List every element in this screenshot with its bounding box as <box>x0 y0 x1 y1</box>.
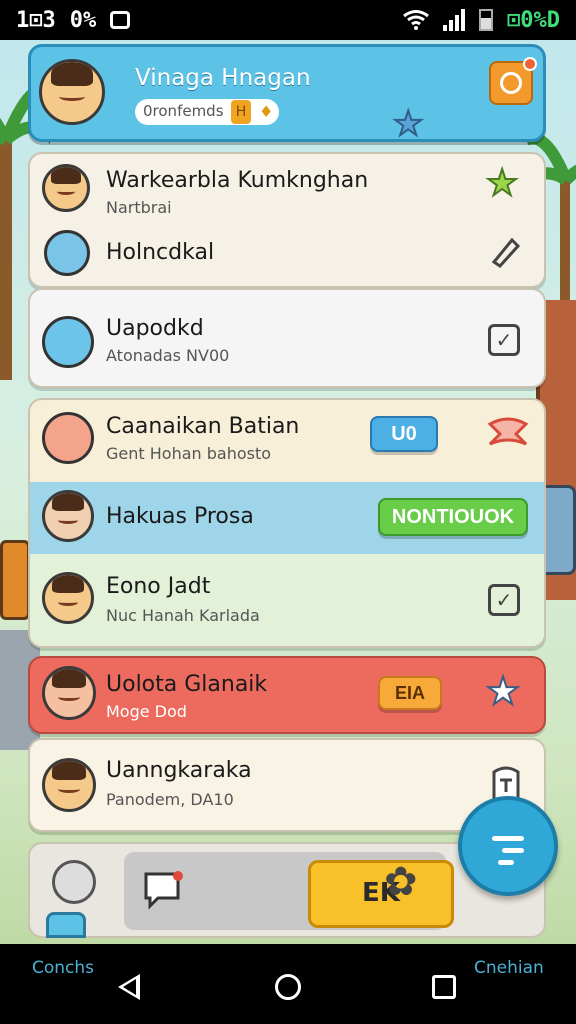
settings-icon[interactable]: ✿ <box>384 862 418 902</box>
list-item-subtitle: Nartbrai <box>106 198 172 217</box>
tag-button[interactable]: EIA <box>378 676 442 710</box>
profile-header[interactable]: Vinaga Hnagan 0ronfemds H ♦ ★ <box>28 44 546 142</box>
list-item-title: Warkearbla Kumkn‍ghan <box>106 168 369 193</box>
chat-icon[interactable] <box>142 870 186 910</box>
status-bar: 1⊡3 0% ⊡0%D <box>0 0 576 40</box>
list-item[interactable]: Hakuas Prosa NONTIOUOK <box>30 482 544 554</box>
list-item[interactable]: Holncdkal <box>30 222 544 286</box>
list-item-title: Hakuas Prosa <box>106 504 254 529</box>
list-card[interactable]: Uolota Glanaik Moge Dod EIA ★ <box>28 656 546 734</box>
list-item-subtitle: Moge Dod <box>106 702 187 721</box>
primary-button[interactable]: EK <box>308 860 454 928</box>
list-item-title: Eono Jadt <box>106 574 211 599</box>
ribbon-icon[interactable] <box>486 416 530 450</box>
car-decoration <box>0 540 30 620</box>
battery-icon <box>479 9 494 31</box>
status-button[interactable]: U0 <box>370 416 438 452</box>
recent-apps-icon[interactable] <box>432 975 456 999</box>
list-item-title: Uanngkaraka <box>106 758 252 783</box>
list-card[interactable]: Uapodkd Atonadas NV00 ✓ <box>28 288 546 388</box>
home-icon[interactable] <box>275 974 301 1000</box>
status-pill[interactable]: 0ronfemds <box>135 99 279 125</box>
avatar <box>42 490 94 542</box>
avatar <box>44 230 90 276</box>
nav-right-label[interactable]: Cnehian <box>474 958 544 978</box>
star-icon[interactable]: ★ <box>485 671 521 711</box>
filter-fab-button[interactable] <box>458 796 558 896</box>
list-item-title: Uapodkd <box>106 316 204 341</box>
avatar <box>42 164 90 212</box>
list-item-subtitle: Gent Hohan bahosto <box>106 444 272 463</box>
list-item-subtitle: Nuc Hanah Karlada <box>106 606 260 625</box>
drop-icon: ♦ <box>259 102 274 121</box>
list-item[interactable]: Eono Jadt Nuc Hanah Karlada ✓ <box>30 554 544 646</box>
list-card: Warkearbla Kumkn‍ghan Nartbrai ★ Holncdk… <box>28 152 546 288</box>
status-indicator: 0% <box>69 7 97 33</box>
notification-icon <box>110 11 131 29</box>
avatar <box>42 316 94 368</box>
avatar <box>42 666 96 720</box>
nav-left-label[interactable]: Conchs <box>32 958 94 978</box>
avatar <box>42 572 94 624</box>
ring-icon <box>500 72 522 94</box>
notification-dot <box>523 57 537 71</box>
battery-percent: ⊡0%D <box>507 7 560 33</box>
avatar <box>42 758 96 812</box>
list-item-title: Holncdkal <box>106 240 215 265</box>
check-box-icon[interactable]: ✓ <box>488 584 520 616</box>
list-item-title: Uolota Glanaik <box>106 672 268 697</box>
avatar <box>42 412 94 464</box>
signal-icon <box>443 9 466 31</box>
navigation-bar: Conchs Cnehian <box>0 944 576 1024</box>
page-title: Vinaga Hnagan <box>135 65 311 91</box>
star-icon[interactable]: ★ <box>485 165 519 203</box>
list-item-subtitle: Atonadas NV00 <box>106 346 230 365</box>
star-icon[interactable]: ★ <box>392 106 425 142</box>
back-icon[interactable] <box>118 974 140 1000</box>
avatar[interactable] <box>39 59 105 125</box>
pencil-icon[interactable] <box>488 234 522 268</box>
globe-icon[interactable] <box>52 860 96 904</box>
list-item-subtitle: Panodem, DA10 <box>106 790 234 809</box>
wifi-icon <box>403 10 429 30</box>
list-card: Caanaikan Batian Gent Hohan bahosto U0 H… <box>28 398 546 648</box>
notification-button[interactable] <box>489 57 537 105</box>
action-button[interactable]: NONTIOUOK <box>378 498 528 536</box>
level-badge: H <box>231 100 251 124</box>
status-time: 1⊡3 <box>16 7 56 33</box>
list-item[interactable]: Warkearbla Kumkn‍ghan Nartbrai ★ <box>30 154 544 222</box>
list-item-title: Caanaikan Batian <box>106 414 300 439</box>
check-box-icon[interactable]: ✓ <box>488 324 520 356</box>
list-item[interactable]: Caanaikan Batian Gent Hohan bahosto U0 <box>30 400 544 482</box>
document-icon[interactable] <box>46 912 86 938</box>
